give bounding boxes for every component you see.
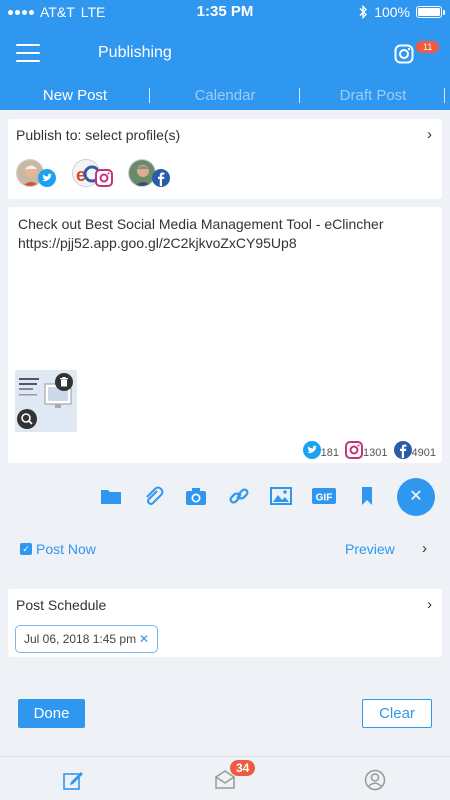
gif-icon[interactable]: GIF [311,483,337,509]
post-schedule-card: Post Schedule › Jul 06, 2018 1:45 pm ✕ [8,589,442,657]
inbox-badge: 34 [230,760,256,776]
chevron-right-icon[interactable]: › [427,596,432,613]
tab-bar: New Post Calendar Draft Post [0,84,450,110]
chevron-right-icon: › [427,126,432,143]
status-bar: AT&T LTE 1:35 PM 100% [0,0,450,24]
done-button[interactable]: Done [18,699,85,728]
menu-button[interactable] [16,44,40,62]
close-icon: ✕ [409,488,423,505]
twitter-icon [302,441,321,459]
folder-icon[interactable] [98,483,124,509]
preview-link[interactable]: Preview [345,541,395,557]
bluetooth-icon [359,5,368,19]
compose-icon[interactable] [62,769,84,791]
post-now-label: Post Now [36,541,96,557]
twitter-count-value: 181 [320,447,340,459]
facebook-icon [152,169,170,187]
character-counts: 181 1301 4901 [297,441,436,459]
tab-divider [444,88,445,103]
battery-percent: 100% [374,4,410,20]
bottom-nav: 34 [0,756,450,800]
bookmark-icon[interactable] [354,483,380,509]
chevron-right-icon[interactable]: › [422,540,427,557]
facebook-count-value: 4901 [411,447,436,459]
battery-icon [416,6,445,18]
instagram-count-value: 1301 [363,447,388,459]
close-toolbar-button[interactable]: ✕ [397,478,435,516]
twitter-count: 181 [302,441,340,459]
app-header: Publishing 11 [0,24,450,84]
instagram-icon [345,441,364,459]
hamburger-icon [16,44,40,46]
checkbox-checked-icon: ✓ [20,543,32,555]
profile-icon[interactable] [364,769,386,791]
tab-calendar[interactable]: Calendar [150,87,300,104]
gif-label: GIF [316,493,333,504]
zoom-icon[interactable] [17,409,37,429]
facebook-icon [393,441,412,459]
camera-icon[interactable] [183,483,209,509]
facebook-count: 4901 [393,441,436,459]
tab-draft-post[interactable]: Draft Post [298,87,448,104]
post-link: https://pjj52.app.goo.gl/2C2kjkvoZxCY95U… [18,235,297,251]
attachment-icon[interactable] [140,483,166,509]
remove-date-icon[interactable]: ✕ [139,632,149,646]
publish-to-label: Publish to: select profile(s) [16,127,181,143]
schedule-date: Jul 06, 2018 1:45 pm [24,632,137,646]
image-icon[interactable] [268,483,294,509]
hamburger-icon-line-2 [16,60,40,62]
clear-button[interactable]: Clear [362,699,432,728]
post-text-line: Check out Best Social Media Management T… [18,216,384,232]
instagram-count: 1301 [345,441,388,459]
tab-new-post[interactable]: New Post [0,87,150,104]
instagram-notification-icon[interactable] [394,44,414,64]
notification-badge: 11 [416,41,440,53]
publish-to-card[interactable]: Publish to: select profile(s) › e [8,119,442,199]
post-schedule-label: Post Schedule [16,597,107,613]
post-composer[interactable]: Check out Best Social Media Management T… [8,207,442,463]
page-title: Publishing [98,44,172,61]
post-text[interactable]: Check out Best Social Media Management T… [18,215,438,253]
twitter-icon [38,169,56,187]
schedule-date-chip[interactable]: Jul 06, 2018 1:45 pm ✕ [15,625,158,653]
hamburger-icon-line [16,52,40,54]
post-now-checkbox[interactable]: ✓ Post Now [20,541,96,557]
trash-icon[interactable] [55,373,73,391]
link-icon[interactable] [226,483,252,509]
instagram-icon [95,169,113,187]
